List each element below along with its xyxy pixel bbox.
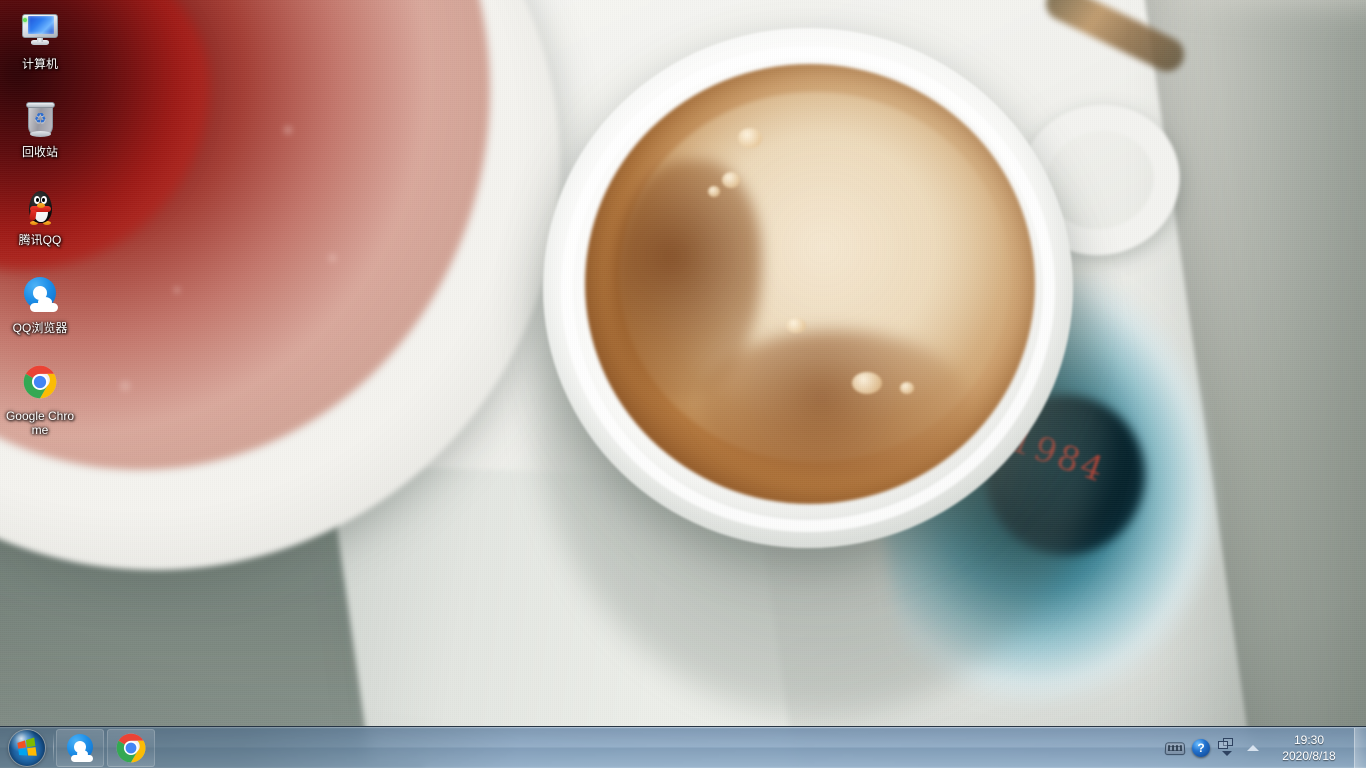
wallpaper-cup-handle <box>1004 87 1196 273</box>
wallpaper-right-shadow <box>1150 0 1366 768</box>
desktop-icon-label: 腾讯QQ <box>18 233 62 247</box>
cascade-windows-icon <box>1218 738 1236 758</box>
wallpaper-teal-cover <box>852 264 1238 726</box>
desktop-icon-grid: 计算机 ♻ 回收站 腾讯QQ QQ浏览器 Google Chrome <box>4 8 82 462</box>
wallpaper-cup-rim <box>561 46 1055 532</box>
wallpaper-background <box>0 0 1366 768</box>
show-desktop-button[interactable] <box>1354 728 1366 768</box>
wallpaper-coffee <box>585 64 1035 504</box>
taskbar-item-qq-browser[interactable] <box>56 728 104 767</box>
wallpaper-foam-bubble <box>786 318 806 333</box>
keyboard-ime-icon <box>1164 741 1186 755</box>
desktop-icon-tencent-qq[interactable]: 腾讯QQ <box>4 184 76 248</box>
desktop-icon-label: 回收站 <box>21 145 58 159</box>
desktop-icon-qq-browser[interactable]: QQ浏览器 <box>4 272 76 336</box>
desktop-icon-recycle-bin[interactable]: ♻ 回收站 <box>4 96 76 160</box>
desktop[interactable]: 1984 计算机 ♻ 回收站 腾讯QQ QQ浏览器 Google Chrome … <box>0 0 1366 768</box>
tray-item-help[interactable]: ? <box>1188 729 1214 767</box>
wallpaper-vignette <box>0 0 1366 768</box>
taskbar-clock[interactable]: 19:30 2020/8/18 <box>1266 729 1352 767</box>
help-question-icon: ? <box>1192 739 1210 757</box>
wallpaper-crema-swirl-bottom <box>700 330 970 480</box>
wallpaper-book-label <box>1040 0 1190 78</box>
computer-icon <box>18 10 62 54</box>
qq-browser-icon <box>18 274 62 318</box>
wallpaper-cup-shadow <box>530 60 1110 720</box>
wallpaper-cup-body <box>543 28 1073 548</box>
wallpaper-foam-bubble <box>738 128 762 148</box>
system-tray[interactable]: ? 19:30 2020/8/18 <box>1162 727 1366 768</box>
clock-date: 2020/8/18 <box>1282 749 1336 763</box>
chevron-up-icon <box>1247 745 1259 751</box>
wallpaper-cloth <box>0 430 760 768</box>
wallpaper-foam-bubble <box>722 172 740 188</box>
tray-item-show-hidden[interactable] <box>1240 729 1266 767</box>
desktop-icon-chrome[interactable]: Google Chrome <box>4 360 76 438</box>
wallpaper-book-edge <box>328 464 796 768</box>
chrome-icon <box>18 362 62 406</box>
tray-item-cascade[interactable] <box>1214 729 1240 767</box>
wallpaper-foam-bubble <box>900 382 914 394</box>
wallpaper-book-title: 1984 <box>1005 419 1112 492</box>
wallpaper-grain <box>0 0 1366 768</box>
wallpaper-foam-bubble <box>708 186 720 197</box>
windows-start-orb-icon <box>9 729 45 766</box>
desktop-icon-computer[interactable]: 计算机 <box>4 8 76 72</box>
wallpaper-bowl-plate <box>0 0 560 570</box>
qq-penguin-icon <box>18 186 62 230</box>
desktop-icon-label: Google Chrome <box>5 409 75 437</box>
clock-time: 19:30 <box>1293 733 1325 747</box>
chrome-icon <box>116 733 146 763</box>
wallpaper-crema-swirl-left <box>612 160 762 400</box>
taskbar-item-chrome[interactable] <box>107 728 155 767</box>
wallpaper-foam-bubble <box>852 372 882 394</box>
desktop-icon-label: QQ浏览器 <box>12 321 68 335</box>
start-button[interactable] <box>3 729 51 767</box>
qq-browser-icon <box>65 733 95 763</box>
wallpaper-crema <box>620 92 1010 462</box>
wallpaper-white-book <box>308 0 1252 768</box>
tray-item-ime[interactable] <box>1162 729 1188 767</box>
recycle-bin-icon: ♻ <box>18 98 62 142</box>
desktop-icon-label: 计算机 <box>21 57 58 71</box>
taskbar-separator <box>53 732 54 763</box>
taskbar[interactable]: ? 19:30 2020/8/18 <box>0 726 1366 768</box>
wallpaper-eye-pupil <box>985 395 1145 555</box>
